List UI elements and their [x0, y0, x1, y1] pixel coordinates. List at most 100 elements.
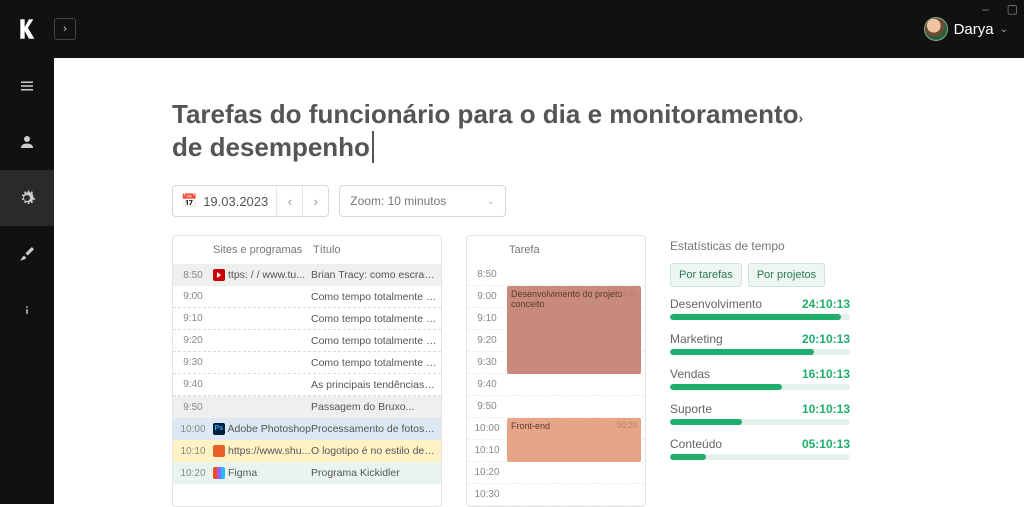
activity-row[interactable]: 10:00PsAdobe PhotoshopProcessamento de f… — [173, 418, 441, 440]
stat-bar — [670, 349, 850, 355]
row-site: ttps: / / www.tu... — [213, 269, 311, 281]
avatar — [924, 17, 948, 41]
sidebar-item-user[interactable] — [0, 114, 54, 170]
stats-panel: Estatísticas de tempo Por tarefas Por pr… — [670, 235, 850, 507]
stat-value: 10:10:13 — [802, 402, 850, 416]
stat-bar — [670, 314, 850, 320]
stat-name: Desenvolvimento — [670, 297, 762, 311]
chevron-down-icon: ⌄ — [486, 196, 494, 207]
window-min[interactable]: – — [982, 2, 989, 16]
app-logo — [16, 15, 44, 43]
sidebar-item-info[interactable] — [0, 282, 54, 338]
yt-icon — [213, 269, 225, 281]
user-name: Darya — [954, 21, 994, 38]
row-title: Processamento de fotos de paisagem... — [311, 423, 441, 435]
row-time: 9:20 — [173, 335, 213, 346]
window-controls: – ▢ — [982, 2, 1018, 16]
stat-row: Suporte 10:10:13 — [670, 402, 850, 425]
activity-row[interactable]: 10:20FigmaPrograma Kickidler — [173, 462, 441, 484]
date-prev-button[interactable]: ‹ — [276, 186, 302, 216]
tarefa-panel: Tarefa 8:509:00Desenvolvimento do projet… — [466, 235, 646, 507]
row-time: 10:20 — [173, 468, 213, 479]
stat-value: 24:10:13 — [802, 297, 850, 311]
tarefa-row: 9:20 — [467, 330, 645, 352]
chevron-down-icon: ⌄ — [1000, 24, 1008, 35]
date-value: 19.03.2023 — [203, 194, 268, 209]
stat-value: 16:10:13 — [802, 367, 850, 381]
page-title: Tarefas do funcionário para o dia e moni… — [172, 98, 1024, 163]
stat-name: Suporte — [670, 402, 712, 416]
date-picker[interactable]: 📅 19.03.2023 ‹ › — [172, 185, 329, 217]
sh-icon — [213, 445, 225, 457]
stat-bar — [670, 454, 850, 460]
activity-row[interactable]: 10:10https://www.shu...O logotipo é no e… — [173, 440, 441, 462]
row-time: 9:00 — [173, 291, 213, 302]
row-time: 9:10 — [173, 313, 213, 324]
activity-row[interactable]: 9:30 Como tempo totalmente automático... — [173, 352, 441, 374]
app-header: › Darya ⌄ — [0, 0, 1024, 58]
main-content: Tarefas do funcionário para o dia e moni… — [54, 58, 1024, 504]
toolbar: 📅 19.03.2023 ‹ › Zoom: 10 minutos ⌄ — [172, 185, 1024, 217]
row-title: Passagem do Bruxo... — [311, 401, 441, 413]
col-title: Título — [313, 244, 441, 256]
stat-row: Conteúdo05:10:13 — [670, 437, 850, 460]
row-time: 9:30 — [173, 357, 213, 368]
stat-name: Marketing — [670, 332, 723, 346]
row-title: Brian Tracy: como escravo... — [311, 269, 441, 281]
calendar-icon: 📅 — [181, 193, 197, 209]
row-title: Como tempo totalmente automático... — [311, 335, 441, 347]
activity-row[interactable]: 9:10 Como tempo totalmente automático... — [173, 308, 441, 330]
activity-header: Sites e programas Título — [173, 236, 441, 264]
tab-por-projetos[interactable]: Por projetos — [748, 263, 825, 287]
sidebar-item-settings[interactable] — [0, 170, 54, 226]
stat-row: Marketing 20:10:13 — [670, 332, 850, 355]
sidebar — [0, 58, 54, 504]
row-title: As principais tendências do inverno... — [311, 379, 441, 391]
row-site: Figma — [213, 467, 311, 479]
stat-row: Vendas 16:10:13 — [670, 367, 850, 390]
stat-name: Vendas — [670, 367, 710, 381]
tarefa-row: 9:10 — [467, 308, 645, 330]
tarefa-row: 9:50 — [467, 396, 645, 418]
col-sites: Sites e programas — [213, 244, 313, 256]
row-title: Como tempo totalmente automático... — [311, 291, 441, 303]
stat-value: 20:10:13 — [802, 332, 850, 346]
date-next-button[interactable]: › — [302, 186, 328, 216]
tarefa-row: 9:00Desenvolvimento do projeto conceito0… — [467, 286, 645, 308]
row-time: 9:50 — [173, 402, 213, 413]
ps-icon: Ps — [213, 423, 225, 435]
row-time: 8:50 — [173, 270, 213, 281]
row-site: PsAdobe Photoshop — [213, 423, 311, 435]
row-time: 10:10 — [173, 446, 213, 457]
fg-icon — [213, 467, 225, 479]
row-title: Programa Kickidler — [311, 467, 441, 479]
sidebar-item-list[interactable] — [0, 58, 54, 114]
activity-panel: Sites e programas Título 8:50ttps: / / w… — [172, 235, 442, 507]
zoom-label: Zoom: 10 minutos — [350, 194, 446, 208]
stat-row: Desenvolvimento 24:10:13 — [670, 297, 850, 320]
stats-title: Estatísticas de tempo — [670, 239, 850, 253]
activity-row[interactable]: 9:50 Passagem do Bruxo... — [173, 396, 441, 418]
tab-por-tarefas[interactable]: Por tarefas — [670, 263, 742, 287]
tarefa-row: 10:00Front-end00:20 — [467, 418, 645, 440]
tarefa-row: 9:40 — [467, 374, 645, 396]
activity-row[interactable]: 9:40 As principais tendências do inverno.… — [173, 374, 441, 396]
window-max[interactable]: ▢ — [1007, 2, 1018, 16]
row-title: O logotipo é no estilo de um mini... — [311, 445, 441, 457]
zoom-select[interactable]: Zoom: 10 minutos ⌄ — [339, 185, 505, 217]
tarefa-row: 8:50 — [467, 264, 645, 286]
sidebar-expand-button[interactable]: › — [54, 18, 76, 40]
stat-name: Conteúdo — [670, 437, 722, 451]
row-site: https://www.shu... — [213, 445, 311, 457]
row-title: Como tempo totalmente automático... — [311, 357, 441, 369]
row-time: 9:40 — [173, 379, 213, 390]
activity-row[interactable]: 9:00 Como tempo totalmente automático... — [173, 286, 441, 308]
row-time: 10:00 — [173, 424, 213, 435]
row-title: Como tempo totalmente automático... — [311, 313, 441, 325]
tarefa-row: 9:30 — [467, 352, 645, 374]
activity-row[interactable]: 9:20 Como tempo totalmente automático... — [173, 330, 441, 352]
activity-row[interactable]: 8:50ttps: / / www.tu...Brian Tracy: como… — [173, 264, 441, 286]
user-menu[interactable]: Darya ⌄ — [924, 17, 1008, 41]
stat-bar — [670, 419, 850, 425]
sidebar-item-tools[interactable] — [0, 226, 54, 282]
